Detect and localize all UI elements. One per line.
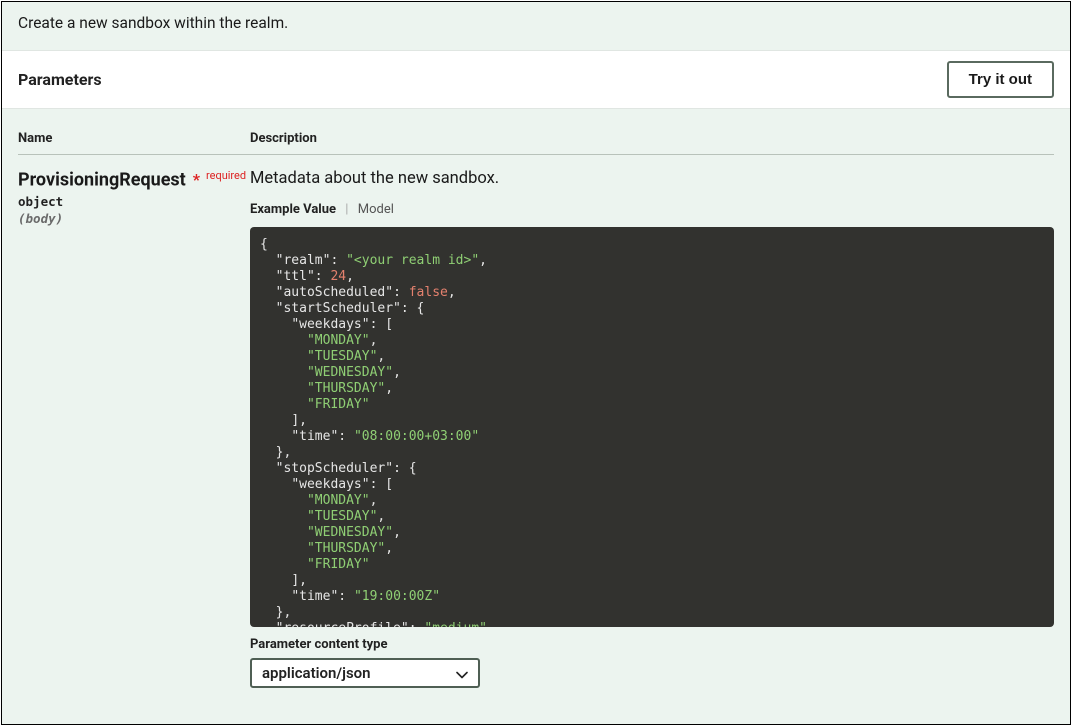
try-it-out-button[interactable]: Try it out <box>947 61 1054 98</box>
operation-summary: Create a new sandbox within the realm. <box>2 2 1070 50</box>
parameter-row: ProvisioningRequest * required object (b… <box>18 155 1054 688</box>
content-type-select[interactable]: application/json <box>250 658 480 688</box>
tab-example-value[interactable]: Example Value <box>250 202 336 217</box>
parameter-name-line: ProvisioningRequest * required <box>18 169 250 190</box>
required-label: required <box>206 169 246 182</box>
parameter-name: ProvisioningRequest <box>18 169 186 190</box>
parameters-table-header: Name Description <box>18 109 1054 155</box>
chevron-down-icon <box>456 667 468 679</box>
parameter-type: object <box>18 194 250 209</box>
parameters-table: Name Description ProvisioningRequest * r… <box>2 109 1070 688</box>
content-type-label: Parameter content type <box>250 637 1054 652</box>
api-operation-panel: Create a new sandbox within the realm. P… <box>1 1 1071 725</box>
parameter-in: (body) <box>18 211 250 226</box>
parameters-header-bar: Parameters Try it out <box>2 50 1070 109</box>
parameters-title: Parameters <box>18 70 102 89</box>
parameter-description: Metadata about the new sandbox. <box>250 169 1054 188</box>
parameter-name-cell: ProvisioningRequest * required object (b… <box>18 169 250 688</box>
parameter-description-cell: Metadata about the new sandbox. Example … <box>250 169 1054 688</box>
column-header-description: Description <box>250 131 1054 146</box>
column-header-name: Name <box>18 131 250 146</box>
example-json-code[interactable]: { "realm": "<your realm id>", "ttl": 24,… <box>250 227 1054 627</box>
content-type-value: application/json <box>262 664 371 682</box>
required-star: * <box>193 170 200 189</box>
example-model-tabs: Example Value | Model <box>250 202 1054 217</box>
tab-separator: | <box>345 202 348 217</box>
tab-model[interactable]: Model <box>358 202 394 217</box>
